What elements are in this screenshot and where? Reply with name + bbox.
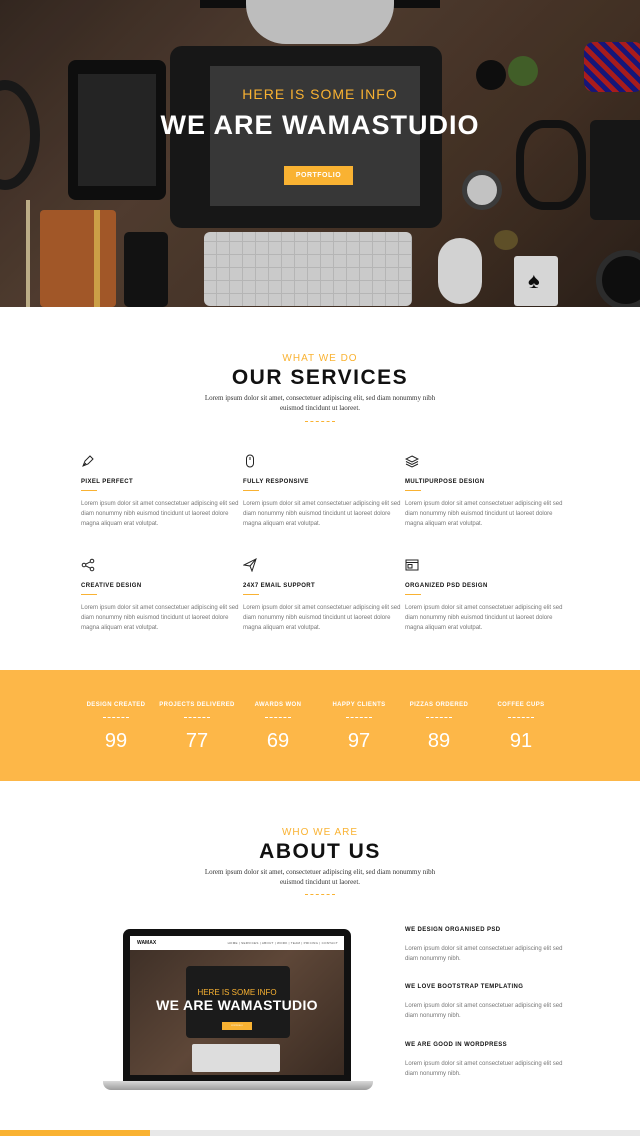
feature-title: WE LOVE BOOTSTRAP TEMPLATING — [405, 984, 524, 990]
section-divider — [305, 421, 335, 422]
preview-button: PORTFOLIO — [222, 1022, 252, 1030]
feature-text: Lorem ipsum dolor sit amet consectetuer … — [405, 1003, 563, 1019]
portfolio-button[interactable]: PORTFOLIO — [284, 166, 353, 185]
paper-plane-icon — [243, 558, 257, 572]
feature-title: WE DESIGN ORGANISED PSD — [405, 927, 501, 933]
preview-navbar: WAMAX HOME | SERVICES | ABOUT | WORK | T… — [130, 936, 344, 950]
services-subtitle: WHAT WE DO — [282, 353, 358, 364]
stat-label: HAPPY CLIENTS — [332, 702, 386, 708]
service-text: Lorem ipsum dolor sit amet consectetuer … — [405, 605, 563, 631]
laptop-screen-preview: WAMAX HOME | SERVICES | ABOUT | WORK | T… — [130, 936, 344, 1075]
hero-subtitle: HERE IS SOME INFO — [242, 86, 398, 102]
service-title: FULLY RESPONSIVE — [243, 479, 309, 485]
section-divider — [305, 894, 335, 895]
laptop-mockup: WAMAX HOME | SERVICES | ABOUT | WORK | T… — [103, 929, 373, 1093]
service-text: Lorem ipsum dolor sit amet consectetuer … — [405, 501, 563, 527]
preview-title: WE ARE WAMASTUDIO — [156, 997, 318, 1013]
about-title: ABOUT US — [259, 840, 381, 863]
feature-title: WE ARE GOOD IN WORDPRESS — [405, 1042, 508, 1048]
preview-subtitle: HERE IS SOME INFO — [197, 988, 277, 997]
service-title: 24X7 EMAIL SUPPORT — [243, 583, 316, 589]
scroll-progress-bar — [0, 1130, 640, 1136]
stat-value: 69 — [266, 730, 290, 752]
feature-text: Lorem ipsum dolor sit amet consectetuer … — [405, 946, 563, 962]
feature-text: Lorem ipsum dolor sit amet consectetuer … — [405, 1061, 563, 1077]
stat-label: COFFEE CUPS — [497, 702, 545, 708]
share-icon — [81, 558, 95, 572]
about-subtitle: WHO WE ARE — [281, 827, 359, 838]
hero-section: ♠ HERE IS SOME INFO WE ARE WAMASTUDIO PO… — [0, 0, 640, 307]
about-description: Lorem ipsum dolor sit amet, consectetuer… — [204, 868, 436, 886]
stat-label: PROJECTS DELIVERED — [159, 702, 235, 708]
preview-logo: WAMAX — [137, 940, 157, 946]
stat-label: AWARDS WON — [254, 702, 302, 708]
hero-title: WE ARE WAMASTUDIO — [160, 110, 480, 140]
feature-organised-psd: WE DESIGN ORGANISED PSD Lorem ipsum dolo… — [405, 927, 565, 964]
scroll-progress-fill — [0, 1130, 150, 1136]
stats-section: DESIGN CREATED 99 PROJECTS DELIVERED 77 … — [0, 670, 640, 781]
stat-value: 99 — [104, 730, 128, 752]
feature-wordpress: WE ARE GOOD IN WORDPRESS Lorem ipsum dol… — [405, 1042, 565, 1079]
feature-bootstrap: WE LOVE BOOTSTRAP TEMPLATING Lorem ipsum… — [405, 984, 565, 1021]
browser-window-icon — [405, 559, 419, 571]
service-text: Lorem ipsum dolor sit amet consectetuer … — [243, 605, 401, 631]
layers-icon — [405, 455, 419, 468]
service-text: Lorem ipsum dolor sit amet consectetuer … — [81, 605, 239, 631]
stat-value: 89 — [427, 730, 451, 752]
stat-value: 97 — [347, 730, 371, 752]
preview-menu: HOME | SERVICES | ABOUT | WORK | TEAM | … — [227, 941, 338, 945]
mouse-icon — [246, 454, 254, 468]
services-title: OUR SERVICES — [231, 366, 409, 389]
service-title: MULTIPURPOSE DESIGN — [405, 479, 485, 485]
service-text: Lorem ipsum dolor sit amet consectetuer … — [243, 501, 401, 527]
stat-value: 77 — [185, 730, 209, 752]
service-title: PIXEL PERFECT — [81, 479, 134, 485]
services-description: Lorem ipsum dolor sit amet, consectetuer… — [204, 394, 436, 412]
service-title: CREATIVE DESIGN — [81, 583, 142, 589]
stat-label: DESIGN CREATED — [86, 702, 146, 708]
pen-icon — [82, 455, 94, 467]
stat-value: 91 — [509, 730, 533, 752]
service-text: Lorem ipsum dolor sit amet consectetuer … — [81, 501, 239, 527]
service-title: ORGANIZED PSD DESIGN — [405, 583, 488, 589]
stat-label: PIZZAS ORDERED — [409, 702, 469, 708]
